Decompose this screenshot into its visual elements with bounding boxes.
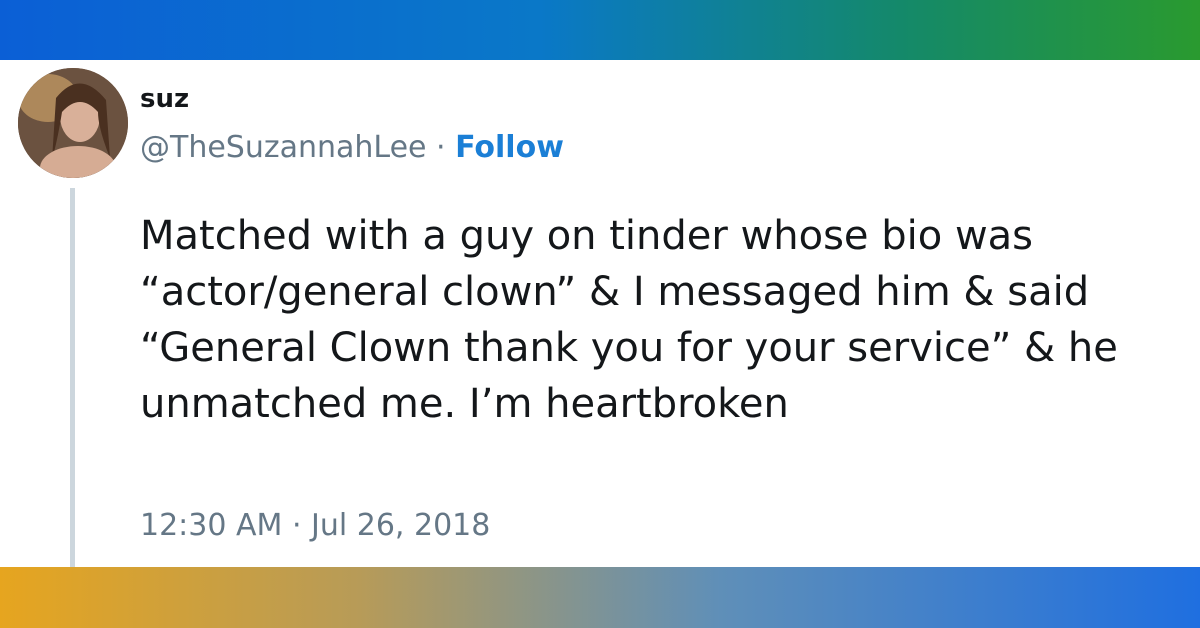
handle-row: @TheSuzannahLee · Follow xyxy=(140,130,564,165)
avatar[interactable] xyxy=(18,68,128,178)
handle-separator: · xyxy=(426,130,456,165)
tweet-time[interactable]: 12:30 AM xyxy=(140,508,282,543)
tweet-card: suz @TheSuzannahLee · Follow Matched wit… xyxy=(0,60,1200,567)
timestamp[interactable]: 12:30 AM · Jul 26, 2018 xyxy=(140,508,490,543)
bottom-gradient-band xyxy=(0,567,1200,628)
tweet-text: Matched with a guy on tinder whose bio w… xyxy=(140,213,1118,427)
user-handle[interactable]: @TheSuzannahLee xyxy=(140,130,427,165)
follow-button[interactable]: Follow xyxy=(455,130,564,165)
thread-line xyxy=(70,188,75,567)
date-separator: · xyxy=(282,508,312,543)
top-gradient-band xyxy=(0,0,1200,60)
display-name[interactable]: suz xyxy=(140,84,189,114)
tweet-date[interactable]: Jul 26, 2018 xyxy=(311,508,490,543)
